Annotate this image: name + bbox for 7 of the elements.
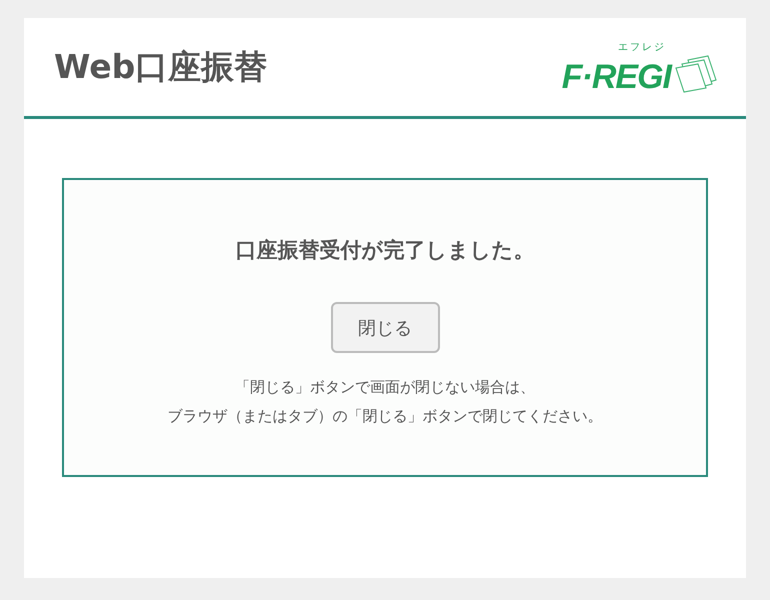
logo-text: F·REGI bbox=[562, 60, 671, 94]
completion-message: 口座振替受付が完了しました。 bbox=[236, 237, 534, 264]
close-button[interactable]: 閉じる bbox=[330, 302, 440, 353]
note-text: ブラウザ（またはタブ）の「閉じる」ボタンで閉じてください。 bbox=[168, 406, 602, 427]
logo-ruby: エフレジ bbox=[618, 41, 666, 54]
note-text: 「閉じる」ボタンで画面が閉じない場合は、 bbox=[235, 377, 535, 398]
page-title: Web口座振替 bbox=[54, 46, 268, 88]
